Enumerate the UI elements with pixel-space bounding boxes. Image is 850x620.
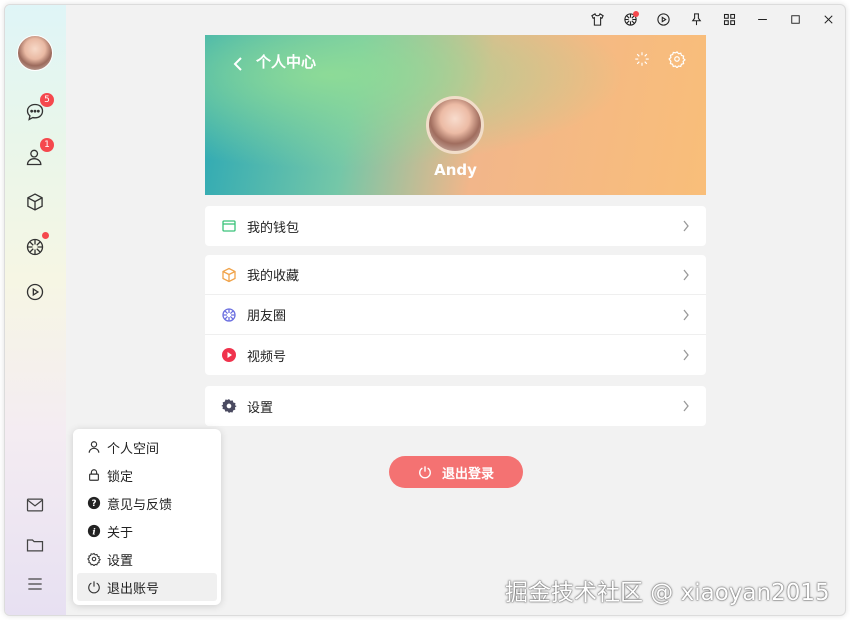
contacts-badge: 1	[40, 138, 54, 152]
settings-gear-icon[interactable]	[668, 50, 686, 68]
power-icon	[87, 580, 101, 594]
chevron-right-icon	[683, 269, 689, 280]
help-icon: ?	[87, 496, 101, 510]
wallet-card: 我的钱包	[205, 206, 706, 246]
moments-notification-dot	[42, 232, 49, 239]
settings-card: 设置	[205, 386, 706, 426]
sidebar: 5 1	[5, 5, 66, 615]
shirt-icon[interactable]	[581, 5, 614, 33]
menu-item-personal-space[interactable]: 个人空间	[77, 433, 217, 461]
settings-row[interactable]: 设置	[205, 386, 706, 426]
chevron-right-icon	[683, 349, 689, 361]
settings-label: 设置	[247, 400, 274, 416]
channels-icon	[221, 347, 237, 363]
menu-item-label: 设置	[107, 553, 134, 569]
favorites-row[interactable]: 我的收藏	[205, 255, 706, 295]
moments-label: 朋友圈	[247, 309, 287, 324]
moments-row[interactable]: 朋友圈	[205, 295, 706, 335]
folder-icon[interactable]	[24, 534, 46, 556]
wallet-icon	[221, 218, 237, 234]
page-title: 个人中心	[256, 53, 317, 71]
app-window: 5 1 个人中心 Andy 我的钱包 我的收藏 朋友圈 视频号 设置 退出登录 …	[4, 4, 846, 616]
gear-icon	[87, 552, 101, 566]
menu-item-about[interactable]: i 关于	[77, 517, 217, 545]
pin-icon[interactable]	[680, 5, 713, 33]
close-icon[interactable]	[812, 5, 845, 33]
chevron-right-icon	[683, 309, 689, 320]
loading-sparkle-icon[interactable]	[633, 50, 651, 68]
menu-item-label: 关于	[107, 525, 134, 541]
contacts-icon[interactable]: 1	[24, 138, 54, 168]
features-card: 我的收藏 朋友圈 视频号	[205, 255, 706, 375]
favorites-cube-icon[interactable]	[24, 191, 46, 213]
moments-toolbar-icon[interactable]	[614, 5, 647, 33]
person-icon	[87, 440, 101, 454]
channels-play-icon[interactable]	[24, 281, 46, 303]
user-avatar[interactable]	[17, 35, 53, 71]
menu-item-label: 个人空间	[107, 441, 160, 457]
watermark-text: 掘金技术社区 @ xiaoyan2015	[505, 580, 830, 606]
chat-badge: 5	[40, 93, 54, 107]
account-popup-menu: 个人空间 锁定 ? 意见与反馈 i 关于 设置 退出账号	[73, 429, 221, 605]
play-icon[interactable]	[647, 5, 680, 33]
moments-icon[interactable]	[24, 232, 49, 258]
back-arrow-icon[interactable]	[231, 53, 245, 75]
channels-row[interactable]: 视频号	[205, 335, 706, 375]
menu-item-logout[interactable]: 退出账号	[77, 573, 217, 601]
menu-item-feedback[interactable]: ? 意见与反馈	[77, 489, 217, 517]
menu-item-label: 退出账号	[107, 581, 160, 597]
info-icon: i	[87, 524, 101, 538]
wallet-row[interactable]: 我的钱包	[205, 206, 706, 246]
logout-label: 退出登录	[441, 466, 494, 482]
chevron-right-icon	[683, 220, 689, 232]
moments-aperture-icon	[221, 307, 237, 323]
svg-text:i: i	[92, 528, 95, 538]
minimize-icon[interactable]	[746, 5, 779, 33]
svg-text:?: ?	[91, 499, 96, 509]
profile-banner: 个人中心 Andy	[205, 35, 706, 195]
lock-icon	[87, 468, 101, 482]
favorites-icon	[221, 267, 237, 283]
channels-label: 视频号	[247, 349, 287, 365]
profile-avatar[interactable]	[426, 96, 484, 154]
wallet-label: 我的钱包	[247, 220, 300, 236]
menu-item-label: 锁定	[107, 469, 134, 485]
chat-icon[interactable]: 5	[24, 93, 54, 123]
menu-item-label: 意见与反馈	[107, 497, 173, 513]
grid-icon[interactable]	[713, 5, 746, 33]
logout-button[interactable]: 退出登录	[389, 456, 523, 488]
maximize-icon[interactable]	[779, 5, 812, 33]
favorites-label: 我的收藏	[247, 269, 300, 284]
menu-item-lock[interactable]: 锁定	[77, 461, 217, 489]
profile-username: Andy	[434, 161, 477, 179]
power-icon	[419, 466, 431, 479]
settings-icon	[221, 398, 237, 414]
chevron-right-icon	[683, 400, 689, 412]
menu-icon[interactable]	[24, 573, 46, 595]
window-toolbar	[581, 5, 845, 33]
menu-item-settings[interactable]: 设置	[77, 545, 217, 573]
mail-icon[interactable]	[24, 494, 46, 516]
toolbar-notification-dot	[633, 11, 639, 17]
